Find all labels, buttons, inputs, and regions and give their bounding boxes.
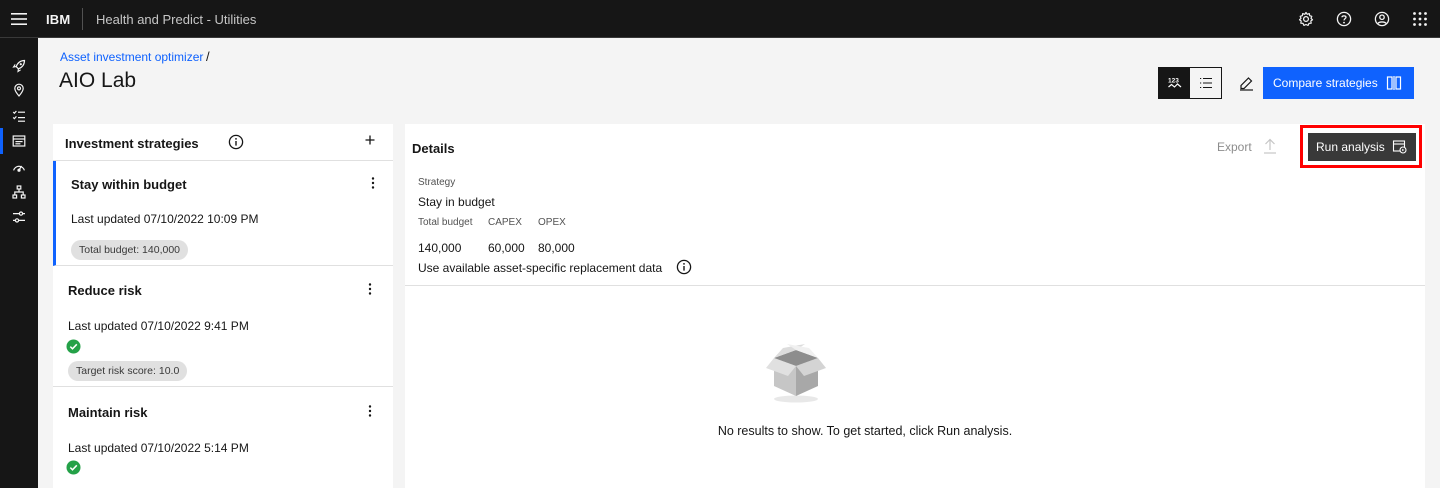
- info-icon[interactable]: [228, 134, 244, 155]
- strategy-updated: Last updated 07/10/2022 9:41 PM: [68, 319, 249, 333]
- menu-icon[interactable]: [0, 0, 38, 38]
- run-analysis-label: Run analysis: [1316, 140, 1385, 154]
- strategy-card[interactable]: Reduce risk Last updated 07/10/2022 9:41…: [53, 266, 393, 387]
- strategy-updated: Last updated 07/10/2022 5:14 PM: [68, 441, 249, 455]
- replacement-note: Use available asset-specific replacement…: [418, 261, 663, 275]
- details-divider: [405, 285, 1425, 286]
- opex-value: 80,000: [538, 241, 575, 255]
- run-analysis-button[interactable]: Run analysis: [1308, 133, 1416, 161]
- details-panel: Details Export Run analysis Strategy Sta…: [405, 124, 1425, 488]
- compare-strategies-button[interactable]: Compare strategies: [1263, 67, 1414, 99]
- overflow-menu-icon[interactable]: [365, 175, 381, 196]
- capex-label: CAPEX: [488, 217, 522, 228]
- rocket-icon[interactable]: [0, 53, 38, 79]
- user-icon[interactable]: [1363, 0, 1401, 38]
- compare-strategies-label: Compare strategies: [1273, 76, 1378, 90]
- strategy-tag: Total budget: 140,000: [71, 240, 189, 260]
- empty-state-message: No results to show. To get started, clic…: [717, 424, 1013, 438]
- investment-strategies-panel: Investment strategies Stay within budget…: [53, 124, 393, 488]
- breadcrumb-link[interactable]: Asset investment optimizer: [60, 50, 203, 64]
- info-icon[interactable]: [676, 259, 692, 280]
- compare-icon: [1386, 75, 1402, 94]
- edit-icon[interactable]: [1230, 67, 1262, 99]
- strategy-name: Stay within budget: [71, 177, 187, 192]
- strategy-tag: Target risk score: 10.0: [68, 361, 188, 381]
- details-title: Details: [412, 141, 455, 156]
- page-title: AIO Lab: [59, 69, 137, 92]
- location-icon[interactable]: [0, 77, 38, 103]
- total-budget-label: Total budget: [418, 217, 473, 228]
- strategies-header: Investment strategies: [53, 124, 393, 161]
- strategy-name: Maintain risk: [68, 405, 148, 420]
- upload-icon[interactable]: [1262, 137, 1278, 160]
- strategy-label: Strategy: [418, 177, 456, 188]
- strategy-value: Stay in budget: [418, 195, 495, 209]
- view-switcher: 123: [1158, 67, 1222, 99]
- list-view-icon[interactable]: [1190, 68, 1221, 98]
- breadcrumb-separator: /: [206, 49, 210, 64]
- hierarchy-icon[interactable]: [0, 179, 38, 205]
- strategies-title: Investment strategies: [65, 136, 199, 151]
- strategy-card[interactable]: Maintain risk Last updated 07/10/2022 5:…: [53, 387, 393, 488]
- strategy-name: Reduce risk: [68, 283, 142, 298]
- run-analysis-icon: [1392, 139, 1408, 158]
- help-icon[interactable]: [1325, 0, 1363, 38]
- kpi-view-icon[interactable]: 123: [1159, 68, 1190, 98]
- meter-icon[interactable]: [0, 154, 38, 180]
- overflow-menu-icon[interactable]: [362, 281, 378, 302]
- run-analysis-highlight: Run analysis: [1300, 125, 1422, 168]
- top-header: IBM Health and Predict - Utilities: [0, 0, 1440, 38]
- export-button[interactable]: Export: [1217, 140, 1252, 154]
- opex-label: OPEX: [538, 217, 566, 228]
- sliders-icon[interactable]: [0, 204, 38, 230]
- add-icon[interactable]: [362, 132, 378, 153]
- success-icon: [66, 339, 81, 359]
- overflow-menu-icon[interactable]: [362, 403, 378, 424]
- product-name[interactable]: Health and Predict - Utilities: [96, 12, 256, 27]
- success-icon: [66, 460, 81, 480]
- settings-icon[interactable]: [1287, 0, 1325, 38]
- checklist-icon[interactable]: [0, 103, 38, 129]
- app-switcher-icon[interactable]: [1401, 0, 1439, 38]
- dashboard-icon[interactable]: [0, 128, 38, 154]
- strategy-card[interactable]: Stay within budget Last updated 07/10/20…: [53, 161, 393, 266]
- strategy-updated: Last updated 07/10/2022 10:09 PM: [71, 212, 259, 226]
- side-nav-rail: [0, 38, 38, 488]
- capex-value: 60,000: [488, 241, 525, 255]
- empty-box-icon: [763, 344, 829, 409]
- total-budget-value: 140,000: [418, 241, 462, 255]
- brand-name[interactable]: IBM: [46, 12, 70, 27]
- header-divider: [82, 8, 83, 30]
